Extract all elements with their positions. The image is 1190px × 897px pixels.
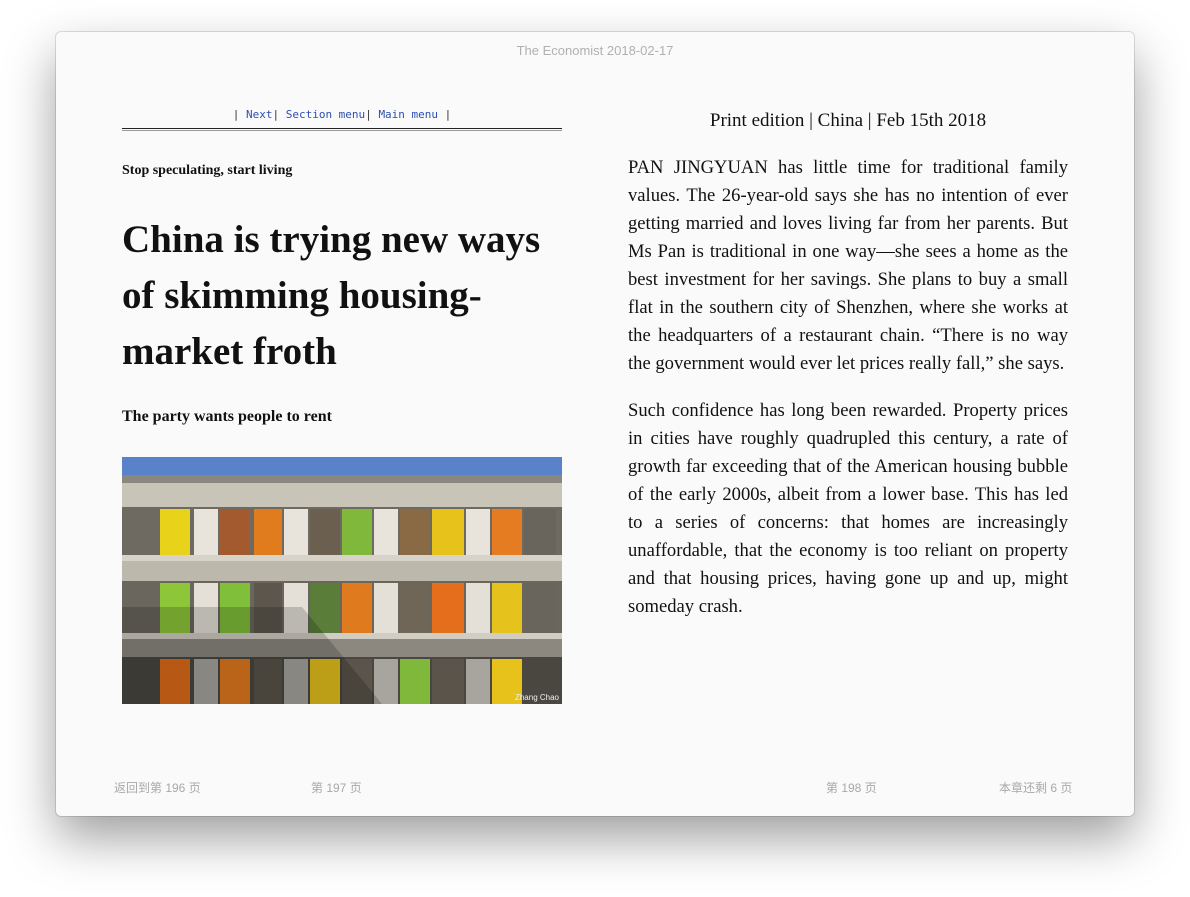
back-to-page-link[interactable]: 返回到第 196 页	[114, 779, 201, 796]
reader-window: The Economist 2018-02-17 | Next| Section…	[56, 32, 1134, 816]
pages-remaining: 本章还剩 6 页	[999, 781, 1073, 795]
article-nav: | Next| Section menu| Main menu |	[122, 108, 562, 121]
next-link[interactable]: Next	[246, 108, 273, 121]
right-page-number: 第 198 页	[826, 781, 877, 795]
article-headline: China is trying new ways of skimming hou…	[122, 218, 541, 373]
nav-separator: |	[272, 108, 280, 121]
nav-separator: |	[232, 108, 240, 121]
nav-divider	[122, 128, 562, 131]
article-rubric: The party wants people to rent	[122, 408, 332, 425]
nav-separator: |	[365, 108, 372, 121]
section-menu-link[interactable]: Section menu	[286, 108, 365, 121]
article-body: PAN JINGYUAN has little time for traditi…	[628, 154, 1068, 640]
body-paragraph: PAN JINGYUAN has little time for traditi…	[628, 157, 1068, 374]
fly-title: Stop speculating, start living	[122, 163, 293, 178]
body-paragraph: Such confidence has long been rewarded. …	[628, 400, 1068, 617]
left-page-number: 第 197 页	[311, 781, 362, 795]
article-photo: Zhang Chao	[122, 457, 562, 704]
nav-separator: |	[444, 108, 452, 121]
apartment-building-illustration	[122, 457, 562, 704]
main-menu-link[interactable]: Main menu	[378, 108, 438, 121]
window-title: The Economist 2018-02-17	[516, 43, 674, 58]
photo-credit: Zhang Chao	[514, 693, 559, 702]
article-dateline: Print edition | China | Feb 15th 2018	[709, 110, 987, 131]
